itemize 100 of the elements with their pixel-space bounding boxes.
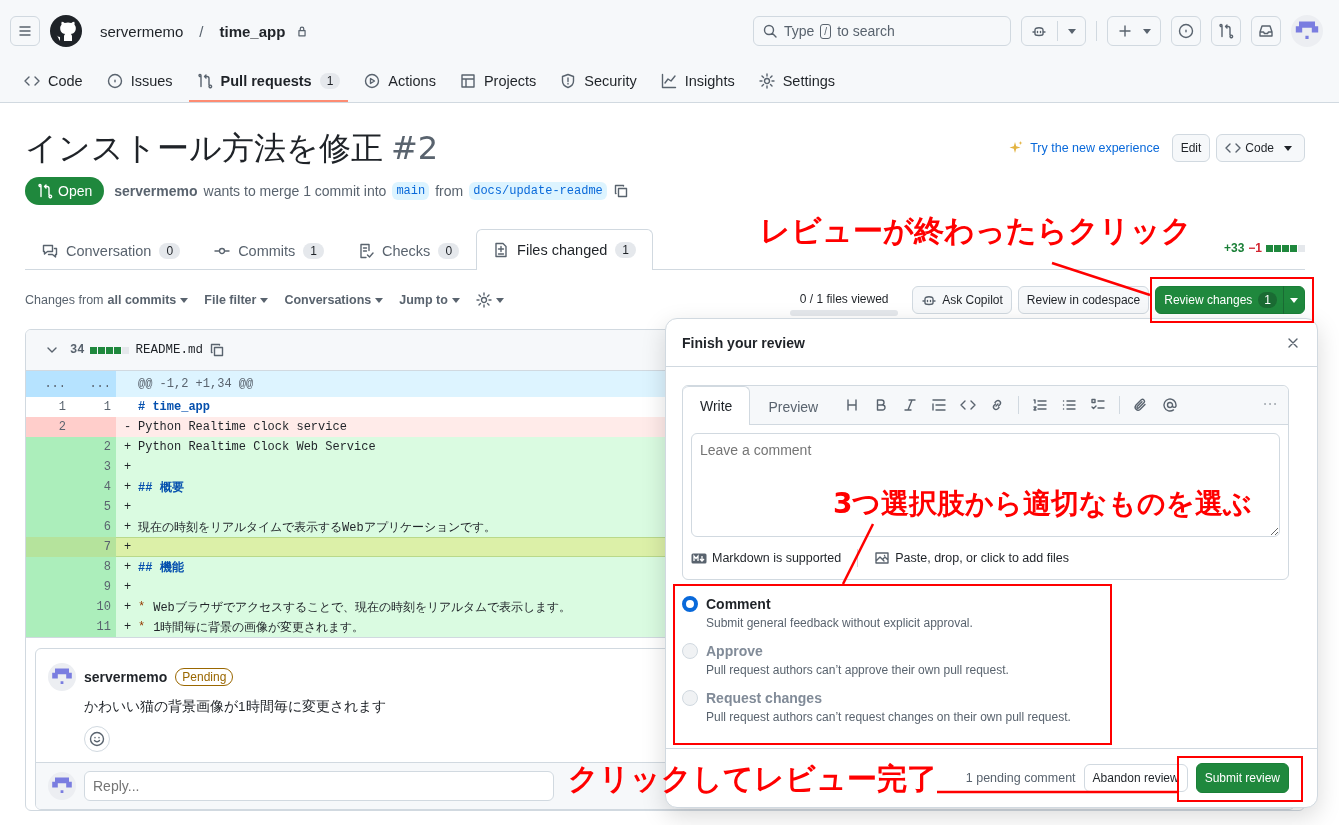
head-branch[interactable]: docs/update-readme [469,182,607,200]
code-text: ## 概要 [138,479,184,496]
image-icon [874,550,891,566]
line-number: 5 [103,500,111,514]
bulleted-list-icon[interactable] [1061,397,1078,413]
line-number: 1 [58,400,66,414]
line-number: 3 [103,460,111,474]
owner-link[interactable]: servermemo [100,22,184,40]
reply-field[interactable]: Reply... [84,771,554,801]
code-text: # time_app [138,400,210,414]
diff-sign: + [124,540,132,554]
submit-review-button[interactable]: Submit review [1195,763,1289,793]
copy-icon[interactable] [612,183,629,199]
numbered-list-icon[interactable] [1032,397,1049,413]
pr-tab[interactable]: Checks 0 [341,230,477,270]
review-type-description: Pull request authors can’t request changes on their own pull request. [706,710,1071,724]
issues-button[interactable] [1171,16,1201,46]
file-name[interactable]: README.md [135,343,203,357]
repo-nav-tab[interactable]: Projects [451,62,545,102]
review-changes-button[interactable]: Review changes 1 [1155,286,1305,314]
repo-nav-tab[interactable]: Settings [750,62,844,102]
repo-nav-tab[interactable]: Issues [98,62,181,102]
author-link[interactable]: servermemo [114,183,198,199]
jump-to-dropdown[interactable]: Jump to [399,293,460,307]
line-number: 8 [103,560,111,574]
create-new-button[interactable] [1107,16,1161,46]
avatar [48,663,76,691]
copy-icon[interactable] [208,342,225,358]
review-type-label[interactable]: Comment [706,596,771,612]
caret-icon [260,297,269,303]
pr-tab[interactable]: Conversation 0 [25,230,198,270]
diff-line[interactable]: 2 + Python Realtime Clock Web Service [26,437,666,457]
inbox-icon [1258,23,1274,39]
file-filter-dropdown[interactable]: File filter [204,293,269,307]
ask-copilot-button[interactable]: Ask Copilot [912,286,1012,314]
menu-button[interactable] [10,16,40,46]
search-field[interactable]: Type / to search [753,16,1011,46]
pr-tab[interactable]: Commits 1 [197,230,341,270]
diff-sign: + [124,520,132,534]
code-text: 1時間毎に背景の画像が変更されます。 [153,619,365,636]
pr-title: インストール方法を修正 #2 [25,128,439,169]
editor-tab[interactable]: Preview [750,387,837,425]
avatar [48,772,76,800]
settings-dropdown[interactable] [475,292,504,308]
diff-sign: + [124,600,132,614]
repo-link[interactable]: time_app [219,22,286,40]
caret-icon [375,297,384,303]
caret-icon [180,297,189,303]
try-new-experience-link[interactable]: Try the new experience [1008,140,1160,156]
copilot-button[interactable] [1021,16,1086,46]
repo-nav-tab[interactable]: Code [16,62,91,102]
line-number: 11 [96,620,111,634]
conversations-dropdown[interactable]: Conversations [284,293,384,307]
pull-request-icon [1218,23,1234,39]
attach-files-button[interactable]: Paste, drop, or click to add files [874,550,1069,566]
changes-from-dropdown[interactable]: Changes from all commits [25,293,189,307]
editor-tab[interactable]: Write [683,386,751,425]
additions-count: +33 [1223,241,1245,255]
avatar [1291,15,1323,47]
diff-line[interactable]: 10 + * Webブラウザでアクセスすることで、現在の時刻をリアルタムで表示します。 [26,597,666,617]
open-state-badge: Open [25,177,105,205]
table-icon [459,73,476,89]
base-branch[interactable]: main [392,182,430,200]
code-button[interactable]: Code [1216,134,1305,162]
diff-sign: + [124,620,132,634]
list-bullet: * [138,600,146,614]
pull-requests-button[interactable] [1211,16,1241,46]
diff-line[interactable]: 1 1 # time_app [26,397,666,417]
pr-tab[interactable]: Files changed 1 [476,229,654,270]
italic-icon[interactable] [902,397,919,413]
repo-nav-tab[interactable]: Actions [356,62,444,102]
line-number: 9 [103,580,111,594]
inbox-button[interactable] [1251,16,1281,46]
search-icon [762,23,778,39]
line-number: 2 [58,420,66,434]
diffstat-bar [1266,244,1305,252]
comment-author[interactable]: servermemo [84,669,168,685]
diff-sign: + [124,500,132,514]
diffstat-bar [90,346,130,354]
smiley-icon [89,731,105,747]
diff-sign: + [124,580,132,594]
mention-icon[interactable] [1162,397,1179,413]
list-bullet: * [138,620,146,634]
line-number: 4 [103,480,111,494]
diff-line[interactable]: 11 + * 1時間毎に背景の画像が変更されます。 [26,617,666,637]
diff-sign: + [124,460,132,474]
code-text: Python Realtime Clock Web Service [138,440,376,454]
repo-nav-tab[interactable]: Pull requests 1 [188,62,349,102]
markdown-note[interactable]: Markdown is supported [691,551,842,565]
review-in-codespace-button[interactable]: Review in codespace [1017,286,1150,314]
quote-icon[interactable] [931,397,948,413]
checklist-icon [358,242,374,259]
review-type-radio[interactable] [682,596,698,612]
edit-button[interactable]: Edit [1171,134,1211,162]
octocat-logo[interactable] [50,15,82,47]
caret-icon [1284,145,1292,151]
line-number: 7 [103,540,111,554]
repo-nav-tab[interactable]: Insights [652,62,743,102]
repo-nav-tab[interactable]: Security [552,62,645,102]
settings-icon [758,73,775,89]
